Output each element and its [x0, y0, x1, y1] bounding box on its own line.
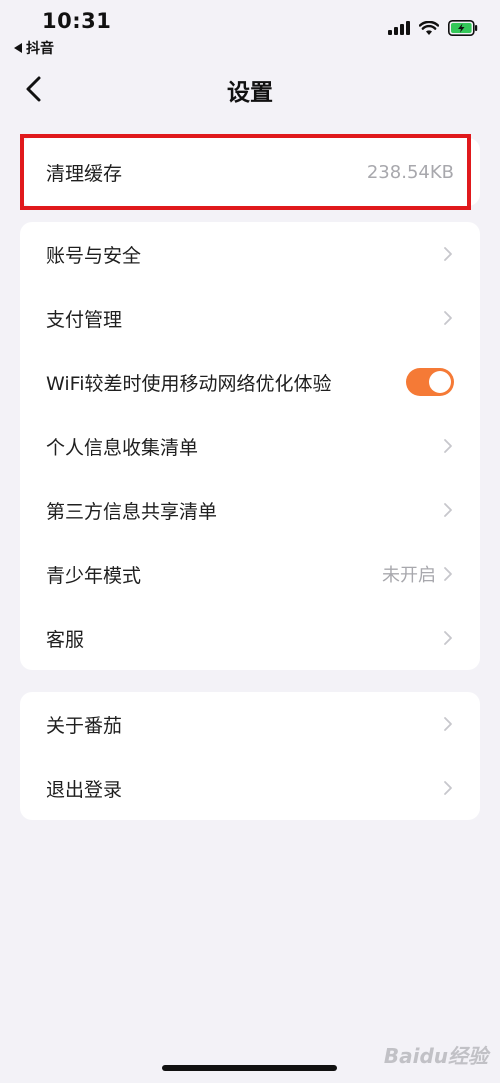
status-icons [388, 20, 478, 36]
chevron-right-icon [444, 311, 452, 325]
row-label: 个人信息收集清单 [46, 436, 199, 459]
wifi-icon [419, 20, 439, 35]
cellular-signal-icon [388, 21, 410, 35]
settings-row-customer-service[interactable]: 客服 [20, 606, 480, 670]
row-label: 账号与安全 [46, 244, 142, 267]
clear-cache-label: 清理缓存 [46, 162, 123, 185]
toggle-knob [429, 371, 451, 393]
status-time: 10:31 [42, 9, 112, 33]
row-label: 青少年模式 [46, 564, 142, 587]
teen-mode-status: 未开启 [382, 565, 436, 586]
row-label: 第三方信息共享清单 [46, 500, 218, 523]
settings-row-payment[interactable]: 支付管理 [20, 286, 480, 350]
home-indicator [162, 1065, 337, 1071]
back-to-app-button[interactable]: 抖音 [14, 38, 54, 58]
about-card: 关于番茄 退出登录 [20, 692, 480, 820]
nav-bar: 设置 [0, 62, 500, 116]
settings-row-personal-info-list[interactable]: 个人信息收集清单 [20, 414, 480, 478]
row-label: 客服 [46, 628, 85, 651]
page-title: 设置 [227, 80, 273, 106]
back-app-label: 抖音 [26, 41, 54, 57]
settings-row-about[interactable]: 关于番茄 [20, 692, 480, 756]
settings-row-third-party-sharing[interactable]: 第三方信息共享清单 [20, 478, 480, 542]
settings-row-wifi-optimize: WiFi较差时使用移动网络优化体验 [20, 350, 480, 414]
chevron-right-icon [444, 717, 452, 731]
back-triangle-icon [14, 43, 22, 53]
cache-size-value: 238.54KB [366, 161, 454, 183]
chevron-right-icon [444, 503, 452, 517]
settings-row-logout[interactable]: 退出登录 [20, 756, 480, 820]
row-label: 退出登录 [46, 778, 123, 801]
chevron-right-icon [444, 631, 452, 645]
row-label: 关于番茄 [46, 714, 123, 737]
settings-card: 账号与安全 支付管理 WiFi较差时使用移动网络优化体验 个人信息收集清单 第三… [20, 222, 480, 670]
settings-row-teen-mode[interactable]: 青少年模式 未开启 [20, 542, 480, 606]
wifi-optimize-toggle[interactable] [406, 368, 454, 396]
settings-row-account-security[interactable]: 账号与安全 [20, 222, 480, 286]
chevron-right-icon [444, 781, 452, 795]
status-bar: 10:31 抖音 [0, 0, 500, 60]
row-label: WiFi较差时使用移动网络优化体验 [46, 372, 332, 395]
cache-card: 清理缓存 238.54KB [20, 138, 480, 206]
chevron-right-icon [444, 247, 452, 261]
chevron-right-icon [444, 439, 452, 453]
chevron-right-icon [444, 567, 452, 581]
row-label: 支付管理 [46, 308, 123, 331]
watermark: Baidu经验 [383, 1044, 488, 1068]
battery-charging-icon [448, 20, 478, 36]
clear-cache-row[interactable]: 清理缓存 238.54KB [20, 138, 480, 206]
